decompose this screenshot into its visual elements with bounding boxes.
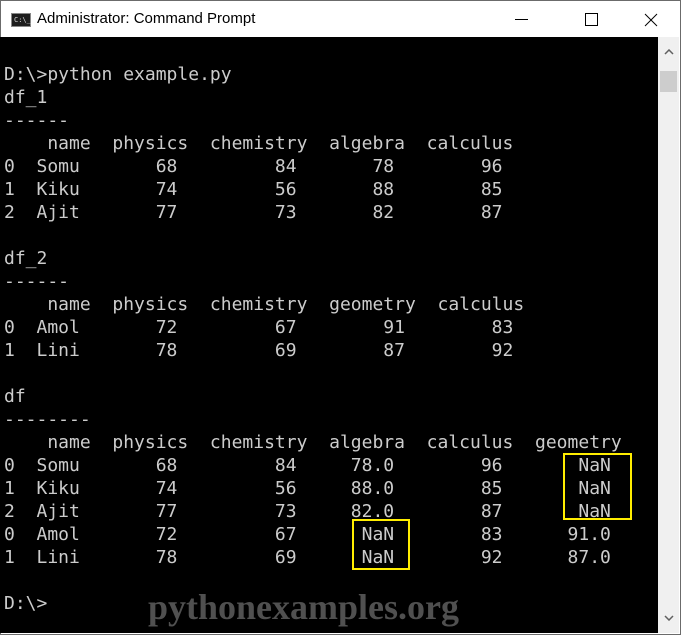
console-line: df_2 (4, 248, 48, 269)
console-line: 0 Somu 68 84 78.0 96 NaN (4, 455, 611, 476)
close-button[interactable] (628, 1, 674, 38)
title-bar[interactable]: C:\_ Administrator: Command Prompt (1, 1, 680, 38)
console-lines: D:\>python example.py df_1 ------ name phy… (4, 63, 622, 615)
console-line: -------- (4, 409, 91, 430)
highlight-geometry-nan (563, 453, 632, 520)
scroll-thumb[interactable] (660, 71, 677, 92)
window-title: Administrator: Command Prompt (37, 10, 256, 27)
console-line: name physics chemistry geometry calculus (4, 294, 525, 315)
console-line: 0 Amol 72 67 NaN 83 91.0 (4, 524, 611, 545)
console-line: ------ (4, 271, 70, 292)
console-line: 2 Ajit 77 73 82 87 (4, 202, 503, 223)
console-line: ------ (4, 110, 70, 131)
console-line: 0 Amol 72 67 91 83 (4, 317, 514, 338)
close-icon (644, 13, 658, 26)
chevron-down-icon (663, 615, 674, 621)
console-line: 0 Somu 68 84 78 96 (4, 156, 503, 177)
console-line: 1 Kiku 74 56 88.0 85 NaN (4, 478, 611, 499)
highlight-algebra-nan (352, 519, 410, 570)
vertical-scrollbar[interactable] (658, 37, 679, 633)
console-line: df_1 (4, 87, 48, 108)
scroll-down-button[interactable] (658, 603, 679, 633)
maximize-icon (584, 13, 598, 26)
console-output[interactable]: D:\>python example.py df_1 ------ name phy… (0, 37, 658, 633)
watermark: pythonexamples.org (148, 587, 460, 627)
cmd-icon: C:\_ (11, 13, 31, 27)
console-line: 1 Kiku 74 56 88 85 (4, 179, 503, 200)
console-line: name physics chemistry algebra calculus (4, 133, 514, 154)
maximize-button[interactable] (568, 1, 614, 38)
console-line: D:\>python example.py (4, 64, 232, 85)
console-line: 1 Lini 78 69 87 92 (4, 340, 514, 361)
minimize-button[interactable] (498, 1, 544, 38)
console-line: name physics chemistry algebra calculus … (4, 432, 622, 453)
scroll-up-button[interactable] (658, 37, 679, 67)
console-line: 2 Ajit 77 73 82.0 87 NaN (4, 501, 611, 522)
console-line: 1 Lini 78 69 NaN 92 87.0 (4, 547, 611, 568)
console-line: df (4, 386, 26, 407)
minimize-icon (514, 19, 528, 20)
chevron-up-icon (663, 49, 674, 55)
